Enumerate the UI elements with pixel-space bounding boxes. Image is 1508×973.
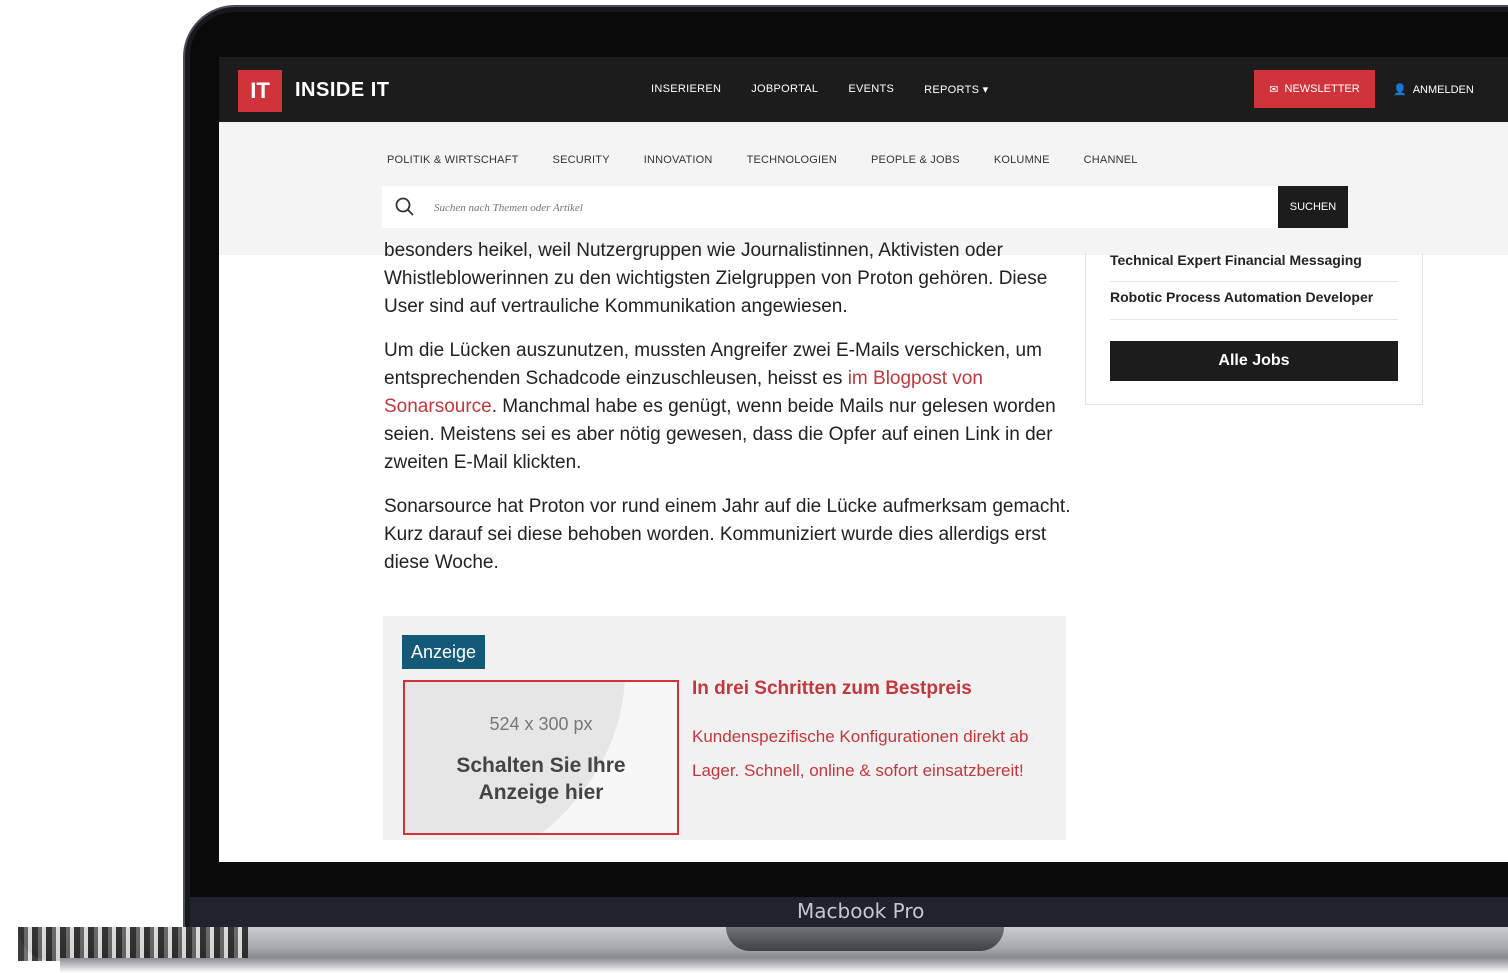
ad-title[interactable]: In drei Schritten zum Bestpreis	[692, 678, 972, 700]
browser-viewport: IT INSIDE IT INSERIEREN JOBPORTAL EVENTS…	[219, 57, 1508, 862]
nav-item-inserieren[interactable]: INSERIEREN	[651, 83, 721, 96]
mail-icon: ✉	[1269, 83, 1279, 96]
login-button[interactable]: 👤 ANMELDEN	[1393, 83, 1474, 97]
ad-size-label: 524 x 300 px	[489, 714, 593, 734]
logo-mark[interactable]: IT	[238, 70, 282, 112]
logo-text[interactable]: INSIDE IT	[295, 79, 390, 102]
all-jobs-button[interactable]: Alle Jobs	[1110, 341, 1398, 381]
main-nav: INSERIEREN JOBPORTAL EVENTS REPORTS ▾	[651, 83, 988, 96]
device-label-text: Macbook Pro	[797, 899, 925, 923]
category-innovation[interactable]: INNOVATION	[644, 154, 713, 166]
ad-container: Anzeige 524 x 300 px Schalten Sie Ihre A…	[383, 616, 1066, 840]
category-channel[interactable]: CHANNEL	[1084, 154, 1138, 166]
search-input[interactable]	[432, 197, 1256, 219]
search-icon	[394, 196, 416, 218]
article-paragraph: Um die Lücken auszunutzen, mussten Angre…	[384, 337, 1074, 477]
category-bar: POLITIK & WIRTSCHAFT SECURITY INNOVATION…	[219, 122, 1508, 255]
newsletter-button[interactable]: ✉ NEWSLETTER	[1254, 70, 1375, 108]
login-label: ANMELDEN	[1412, 83, 1474, 96]
user-icon: 👤	[1393, 84, 1407, 96]
divider	[1110, 319, 1398, 320]
newsletter-label: NEWSLETTER	[1284, 83, 1360, 95]
jobs-widget: Technical Expert Financial Messaging Rob…	[1085, 252, 1423, 405]
category-technologien[interactable]: TECHNOLOGIEN	[747, 154, 837, 166]
search-bar	[382, 186, 1279, 228]
ad-cta-text: Schalten Sie Ihre Anzeige hier	[456, 754, 626, 804]
divider	[1110, 281, 1398, 282]
laptop-shadow	[60, 958, 1508, 973]
category-nav: POLITIK & WIRTSCHAFT SECURITY INNOVATION…	[387, 154, 1138, 166]
ad-label-badge: Anzeige	[402, 635, 485, 669]
chevron-down-icon: ▾	[982, 84, 989, 96]
laptop-base-edge	[18, 927, 248, 961]
article-paragraph: besonders heikel, weil Nutzergruppen wie…	[384, 240, 1048, 317]
nav-item-reports-label: REPORTS	[924, 84, 980, 96]
category-politik[interactable]: POLITIK & WIRTSCHAFT	[387, 154, 519, 166]
article-paragraph: Sonarsource hat Proton vor rund einem Ja…	[384, 496, 1071, 573]
category-people-jobs[interactable]: PEOPLE & JOBS	[871, 154, 960, 166]
screen-bottom-bezel	[219, 862, 1508, 897]
article-body: besonders heikel, weil Nutzergruppen wie…	[384, 237, 1074, 593]
category-kolumne[interactable]: KOLUMNE	[994, 154, 1050, 166]
job-link[interactable]: Robotic Process Automation Developer	[1110, 289, 1373, 305]
top-navbar: IT INSIDE IT INSERIEREN JOBPORTAL EVENTS…	[219, 57, 1508, 122]
search-button[interactable]: SUCHEN	[1278, 186, 1348, 228]
nav-item-events[interactable]: EVENTS	[848, 83, 894, 96]
laptop-hinge-notch	[726, 927, 1004, 951]
nav-item-reports[interactable]: REPORTS ▾	[924, 83, 988, 96]
nav-item-jobportal[interactable]: JOBPORTAL	[751, 83, 818, 96]
category-security[interactable]: SECURITY	[553, 154, 610, 166]
ad-placeholder[interactable]: 524 x 300 px Schalten Sie Ihre Anzeige h…	[403, 680, 679, 835]
ad-text[interactable]: Kundenspezifische Konfigurationen direkt…	[692, 720, 1062, 788]
job-link[interactable]: Technical Expert Financial Messaging	[1110, 252, 1362, 268]
